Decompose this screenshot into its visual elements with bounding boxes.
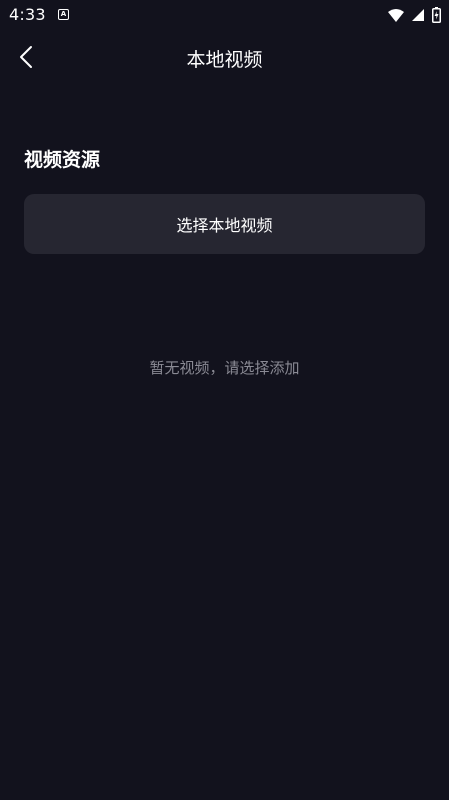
select-local-video-label: 选择本地视频 xyxy=(176,216,273,235)
page-title: 本地视频 xyxy=(186,49,263,71)
section-title: 视频资源 xyxy=(24,149,101,171)
battery-charging-icon xyxy=(432,7,441,23)
wifi-icon xyxy=(388,8,404,22)
empty-state-message: 暂无视频，请选择添加 xyxy=(149,359,300,377)
top-bar: 本地视频 xyxy=(0,30,449,84)
status-bar: 4:33 A xyxy=(0,0,449,30)
a-notification-icon: A xyxy=(58,9,69,20)
cell-signal-icon xyxy=(412,9,424,21)
select-local-video-button[interactable]: 选择本地视频 xyxy=(24,194,425,254)
status-time: 4:33 xyxy=(9,5,46,24)
status-icons xyxy=(388,7,441,23)
